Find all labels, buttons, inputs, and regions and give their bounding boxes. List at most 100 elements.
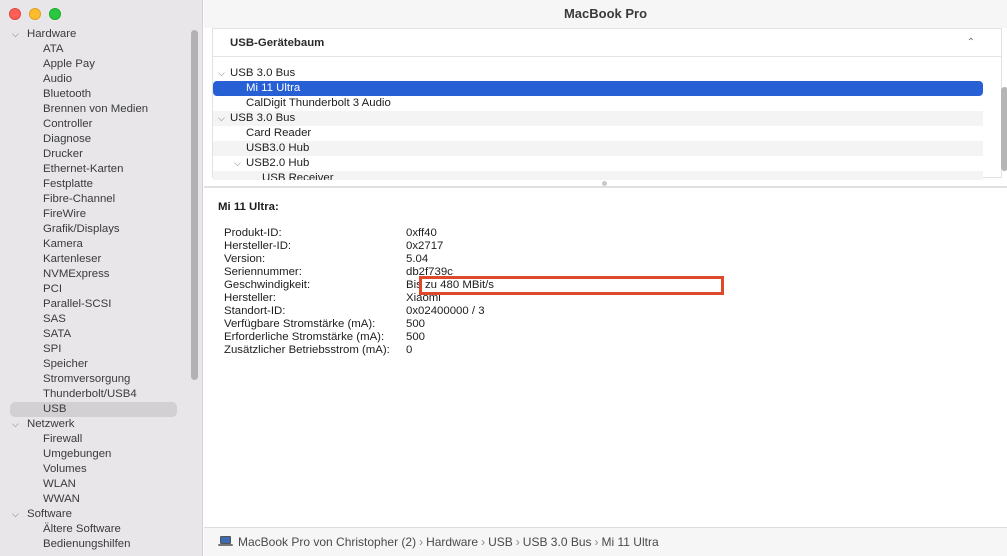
sidebar-item[interactable]: Kartenleser <box>0 252 190 267</box>
sidebar-item-label: Ältere Software <box>43 523 121 535</box>
sidebar-item-label: Volumes <box>43 463 87 475</box>
sidebar-item-label: Bedienungshilfen <box>43 538 131 550</box>
sidebar-item[interactable]: Ältere Software <box>0 522 190 537</box>
chevron-down-icon[interactable]: ⌵ <box>218 66 225 81</box>
detail-row: Zusätzlicher Betriebsstrom (mA): 0 <box>218 344 988 357</box>
sidebar-group-software[interactable]: ⌵ Software <box>0 507 190 522</box>
sidebar-item-label: SAS <box>43 313 66 325</box>
sidebar-group-label: Hardware <box>27 28 77 40</box>
sidebar-item[interactable]: Diagnose <box>0 132 190 147</box>
tree-row[interactable]: ⌵ USB 3.0 Bus <box>213 66 983 81</box>
detail-row: Verfügbare Stromstärke (mA): 500 <box>218 318 988 331</box>
sidebar-item[interactable]: Volumes <box>0 462 190 477</box>
sidebar-item[interactable]: Grafik/Displays <box>0 222 190 237</box>
sidebar-item-label: PCI <box>43 283 62 295</box>
chevron-up-icon[interactable]: ⌃ <box>967 29 975 57</box>
breadcrumb-item[interactable]: USB <box>488 535 513 549</box>
sidebar-item[interactable]: SATA <box>0 327 190 342</box>
tree-row[interactable]: Mi 11 Ultra <box>213 81 983 96</box>
sidebar-item[interactable]: WWAN <box>0 492 190 507</box>
sidebar-item-label: Stromversorgung <box>43 373 131 385</box>
sidebar-item[interactable]: NVMExpress <box>0 267 190 282</box>
sidebar-item[interactable]: Festplatte <box>0 177 190 192</box>
sidebar-item[interactable]: SAS <box>0 312 190 327</box>
breadcrumb-item[interactable]: USB 3.0 Bus <box>523 535 592 549</box>
split-divider[interactable] <box>204 186 1007 188</box>
detail-value: 0 <box>406 344 413 356</box>
sidebar-item-label: Speicher <box>43 358 88 370</box>
sidebar-item[interactable]: FireWire <box>0 207 190 222</box>
tree-row[interactable]: CalDigit Thunderbolt 3 Audio <box>213 96 983 111</box>
tree-scrollbar[interactable] <box>1001 87 1007 171</box>
detail-key: Geschwindigkeit: <box>224 279 311 291</box>
sidebar-item[interactable]: Parallel-SCSI <box>0 297 190 312</box>
chevron-down-icon[interactable]: ⌵ <box>12 417 19 432</box>
tree-row-label: CalDigit Thunderbolt 3 Audio <box>246 97 391 109</box>
sidebar-item[interactable]: Ethernet-Karten <box>0 162 190 177</box>
sidebar-item-label: Thunderbolt/USB4 <box>43 388 137 400</box>
breadcrumb-item[interactable]: MacBook Pro von Christopher (2) <box>238 535 416 549</box>
sidebar-scrollbar[interactable] <box>191 30 198 380</box>
sidebar-item[interactable]: Kamera <box>0 237 190 252</box>
sidebar-item-label: Brennen von Medien <box>43 103 149 115</box>
sidebar-item-label: Diagnose <box>43 133 92 145</box>
tree-row-label: USB Receiver <box>262 172 334 180</box>
tree-row[interactable]: USB3.0 Hub <box>213 141 983 156</box>
chevron-down-icon[interactable]: ⌵ <box>234 156 241 171</box>
detail-key: Produkt-ID: <box>224 227 282 239</box>
tree-row[interactable]: ⌵ USB2.0 Hub <box>213 156 983 171</box>
sidebar-item[interactable]: PCI <box>0 282 190 297</box>
sidebar-item[interactable]: Drucker <box>0 147 190 162</box>
sidebar-item[interactable]: Stromversorgung <box>0 372 190 387</box>
tree-header[interactable]: USB-Gerätebaum ⌃ <box>213 29 1001 57</box>
sidebar-item[interactable]: Bedienungshilfen <box>0 537 190 552</box>
chevron-down-icon[interactable]: ⌵ <box>12 27 19 42</box>
detail-key: Erforderliche Stromstärke (mA): <box>224 331 385 343</box>
tree-rows: ⌵ USB 3.0 Bus Mi 11 Ultra CalDigit Thunderb… <box>213 66 983 180</box>
sidebar-item-label: SPI <box>43 343 62 355</box>
sidebar-item[interactable]: Fibre-Channel <box>0 192 190 207</box>
sidebar-item-label: Controller <box>43 118 93 130</box>
close-window-button[interactable] <box>9 8 21 20</box>
sidebar-item[interactable]: Apple Pay <box>0 57 190 72</box>
chevron-down-icon[interactable]: ⌵ <box>218 111 225 126</box>
sidebar-item[interactable]: ATA <box>0 42 190 57</box>
sidebar-group-netzwerk[interactable]: ⌵ Netzwerk <box>0 417 190 432</box>
tree-row-label: USB 3.0 Bus <box>230 67 296 79</box>
detail-key: Hersteller-ID: <box>224 240 292 252</box>
detail-value: 0x02400000 / 3 <box>406 305 485 317</box>
detail-key: Verfügbare Stromstärke (mA): <box>224 318 376 330</box>
tree-header-label: USB-Gerätebaum <box>230 37 325 49</box>
sidebar-item-label: FireWire <box>43 208 87 220</box>
zoom-window-button[interactable] <box>49 8 61 20</box>
detail-key: Zusätzlicher Betriebsstrom (mA): <box>224 344 390 356</box>
sidebar-item[interactable]: Audio <box>0 72 190 87</box>
usb-device-tree-panel: USB-Gerätebaum ⌃ ⌵ USB 3.0 Bus Mi 11 Ultra… <box>212 28 1007 180</box>
sidebar-item[interactable]: Firewall <box>0 432 190 447</box>
sidebar-item[interactable]: Umgebungen <box>0 447 190 462</box>
sidebar-item[interactable]: Controller <box>0 117 190 132</box>
sidebar-group-hardware[interactable]: ⌵ Hardware <box>0 27 190 42</box>
detail-row: Standort-ID: 0x02400000 / 3 <box>218 305 988 318</box>
tree-row[interactable]: Card Reader <box>213 126 983 141</box>
tree-row[interactable]: USB Receiver <box>213 171 983 180</box>
tree-row[interactable]: ⌵ USB 3.0 Bus <box>213 111 983 126</box>
sidebar-item[interactable]: WLAN <box>0 477 190 492</box>
sidebar-item[interactable]: Speicher <box>0 357 190 372</box>
sidebar-item-label: NVMExpress <box>43 268 110 280</box>
sidebar-item[interactable]: Thunderbolt/USB4 <box>0 387 190 402</box>
breadcrumb-item[interactable]: Hardware <box>426 535 478 549</box>
sidebar-item-label: Kamera <box>43 238 83 250</box>
sidebar-item[interactable]: USB <box>10 402 177 417</box>
breadcrumb-item[interactable]: Mi 11 Ultra <box>602 535 659 549</box>
sidebar-item[interactable]: Brennen von Medien <box>0 102 190 117</box>
chevron-down-icon[interactable]: ⌵ <box>12 507 19 522</box>
sidebar-item[interactable]: SPI <box>0 342 190 357</box>
sidebar-item-label: Grafik/Displays <box>43 223 120 235</box>
breadcrumb-separator: › <box>481 535 486 549</box>
minimize-window-button[interactable] <box>29 8 41 20</box>
sidebar-item-label: SATA <box>43 328 72 340</box>
sidebar-item[interactable]: Bluetooth <box>0 87 190 102</box>
tree-row-label: USB2.0 Hub <box>246 157 310 169</box>
detail-value: 500 <box>406 331 426 343</box>
